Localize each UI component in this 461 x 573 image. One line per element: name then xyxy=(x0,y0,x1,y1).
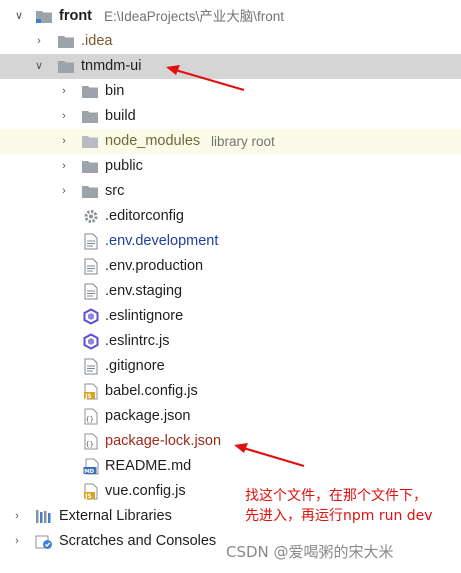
tree-label-file: .eslintrc.js xyxy=(105,333,170,349)
tree-label-file: .gitignore xyxy=(105,358,165,374)
tree-row-tnmdm-ui[interactable]: ∨ tnmdm-ui xyxy=(0,54,461,79)
chevron-right-icon[interactable]: › xyxy=(32,29,46,54)
text-file-icon xyxy=(84,358,98,375)
tree-label-tnmdm-ui: tnmdm-ui xyxy=(81,58,142,74)
text-file-icon xyxy=(84,283,98,300)
tree-label-file: .env.development xyxy=(105,233,219,249)
tree-label-file: README.md xyxy=(105,458,192,474)
tree-label-node-modules: node_modules xyxy=(105,133,201,149)
tree-row-file[interactable]: {} package-lock.json xyxy=(0,429,461,454)
folder-icon xyxy=(82,111,98,123)
eslint-icon xyxy=(83,308,99,325)
annotation-note-line1: 找这个文件，在那个文件下， xyxy=(245,488,427,504)
annotation-note: 找这个文件，在那个文件下， 先进入，再运行npm run dev xyxy=(245,486,455,526)
tree-row-build[interactable]: › build xyxy=(0,104,461,129)
chevron-down-icon[interactable]: ∨ xyxy=(32,54,46,79)
tree-row-file[interactable]: MD README.md xyxy=(0,454,461,479)
library-icon xyxy=(36,510,51,523)
svg-text:JS: JS xyxy=(84,393,92,400)
chevron-down-icon[interactable]: ∨ xyxy=(12,4,26,29)
chevron-right-icon[interactable]: › xyxy=(10,504,24,529)
tree-label-file: .env.production xyxy=(105,258,204,274)
svg-text:{}: {} xyxy=(86,441,94,449)
tree-label-build: build xyxy=(105,108,136,124)
folder-icon xyxy=(58,61,74,73)
tree-label-bin: bin xyxy=(105,83,125,99)
tree-row-file[interactable]: {} package.json xyxy=(0,404,461,429)
folder-icon xyxy=(82,86,98,98)
tree-label-external-libraries: External Libraries xyxy=(59,508,172,524)
text-file-icon xyxy=(84,233,98,250)
svg-text:{}: {} xyxy=(86,416,94,424)
chevron-right-icon[interactable]: › xyxy=(10,529,24,554)
tree-row-front[interactable]: ∨ front E:\IdeaProjects\产业大脑\front xyxy=(0,4,461,29)
json-file-icon: {} xyxy=(84,433,98,450)
chevron-right-icon[interactable]: › xyxy=(57,79,71,104)
tree-label-src: src xyxy=(105,183,125,199)
folder-icon xyxy=(58,36,74,48)
annotation-note-line2: 先进入，再运行npm run dev xyxy=(245,508,433,524)
tree-row-file[interactable]: .eslintignore xyxy=(0,304,461,329)
tree-label-file: .env.staging xyxy=(105,283,183,299)
scratches-icon xyxy=(35,535,52,549)
js-file-icon: JS xyxy=(84,483,98,500)
chevron-right-icon[interactable]: › xyxy=(57,154,71,179)
tree-label-file: vue.config.js xyxy=(105,483,186,499)
tree-label-scratches: Scratches and Consoles xyxy=(59,533,217,549)
tree-label-public: public xyxy=(105,158,143,174)
tree-row-idea[interactable]: › .idea xyxy=(0,29,461,54)
folder-icon xyxy=(82,136,98,148)
tree-row-public[interactable]: › public xyxy=(0,154,461,179)
chevron-right-icon[interactable]: › xyxy=(57,129,71,154)
tree-row-file[interactable]: .eslintrc.js xyxy=(0,329,461,354)
json-file-icon: {} xyxy=(84,408,98,425)
tree-row-file[interactable]: .env.staging xyxy=(0,279,461,304)
svg-text:JS: JS xyxy=(84,493,92,500)
tree-row-bin[interactable]: › bin xyxy=(0,79,461,104)
chevron-right-icon[interactable]: › xyxy=(57,179,71,204)
gear-icon xyxy=(84,210,98,223)
tree-path: E:\IdeaProjects\产业大脑\front xyxy=(104,9,285,24)
text-file-icon xyxy=(84,258,98,275)
tree-label-file: package-lock.json xyxy=(105,433,222,449)
eslint-icon xyxy=(83,333,99,350)
watermark: CSDN @爱喝粥的宋大米 xyxy=(226,543,394,561)
tree-row-file[interactable]: .env.development xyxy=(0,229,461,254)
tree-row-file[interactable]: .editorconfig xyxy=(0,204,461,229)
svg-text:MD: MD xyxy=(84,469,94,475)
tree-label-idea: .idea xyxy=(81,33,113,49)
folder-icon xyxy=(82,186,98,198)
tree-label-front: front xyxy=(59,8,93,24)
folder-icon xyxy=(82,161,98,173)
tree-row-file[interactable]: JS babel.config.js xyxy=(0,379,461,404)
tree-row-src[interactable]: › src xyxy=(0,179,461,204)
tree-label-file: .eslintignore xyxy=(105,308,184,324)
tree-label-file: package.json xyxy=(105,408,191,424)
tree-label-file: babel.config.js xyxy=(105,383,198,399)
tree-row-file[interactable]: .gitignore xyxy=(0,354,461,379)
markdown-file-icon: MD xyxy=(83,458,99,475)
chevron-right-icon[interactable]: › xyxy=(57,104,71,129)
folder-icon xyxy=(36,11,52,23)
tree-row-file[interactable]: .env.production xyxy=(0,254,461,279)
tree-label-file: .editorconfig xyxy=(105,208,184,224)
tree-row-node-modules[interactable]: › node_modules library root xyxy=(0,129,461,154)
library-root-hint: library root xyxy=(211,134,275,149)
js-file-icon: JS xyxy=(84,383,98,400)
